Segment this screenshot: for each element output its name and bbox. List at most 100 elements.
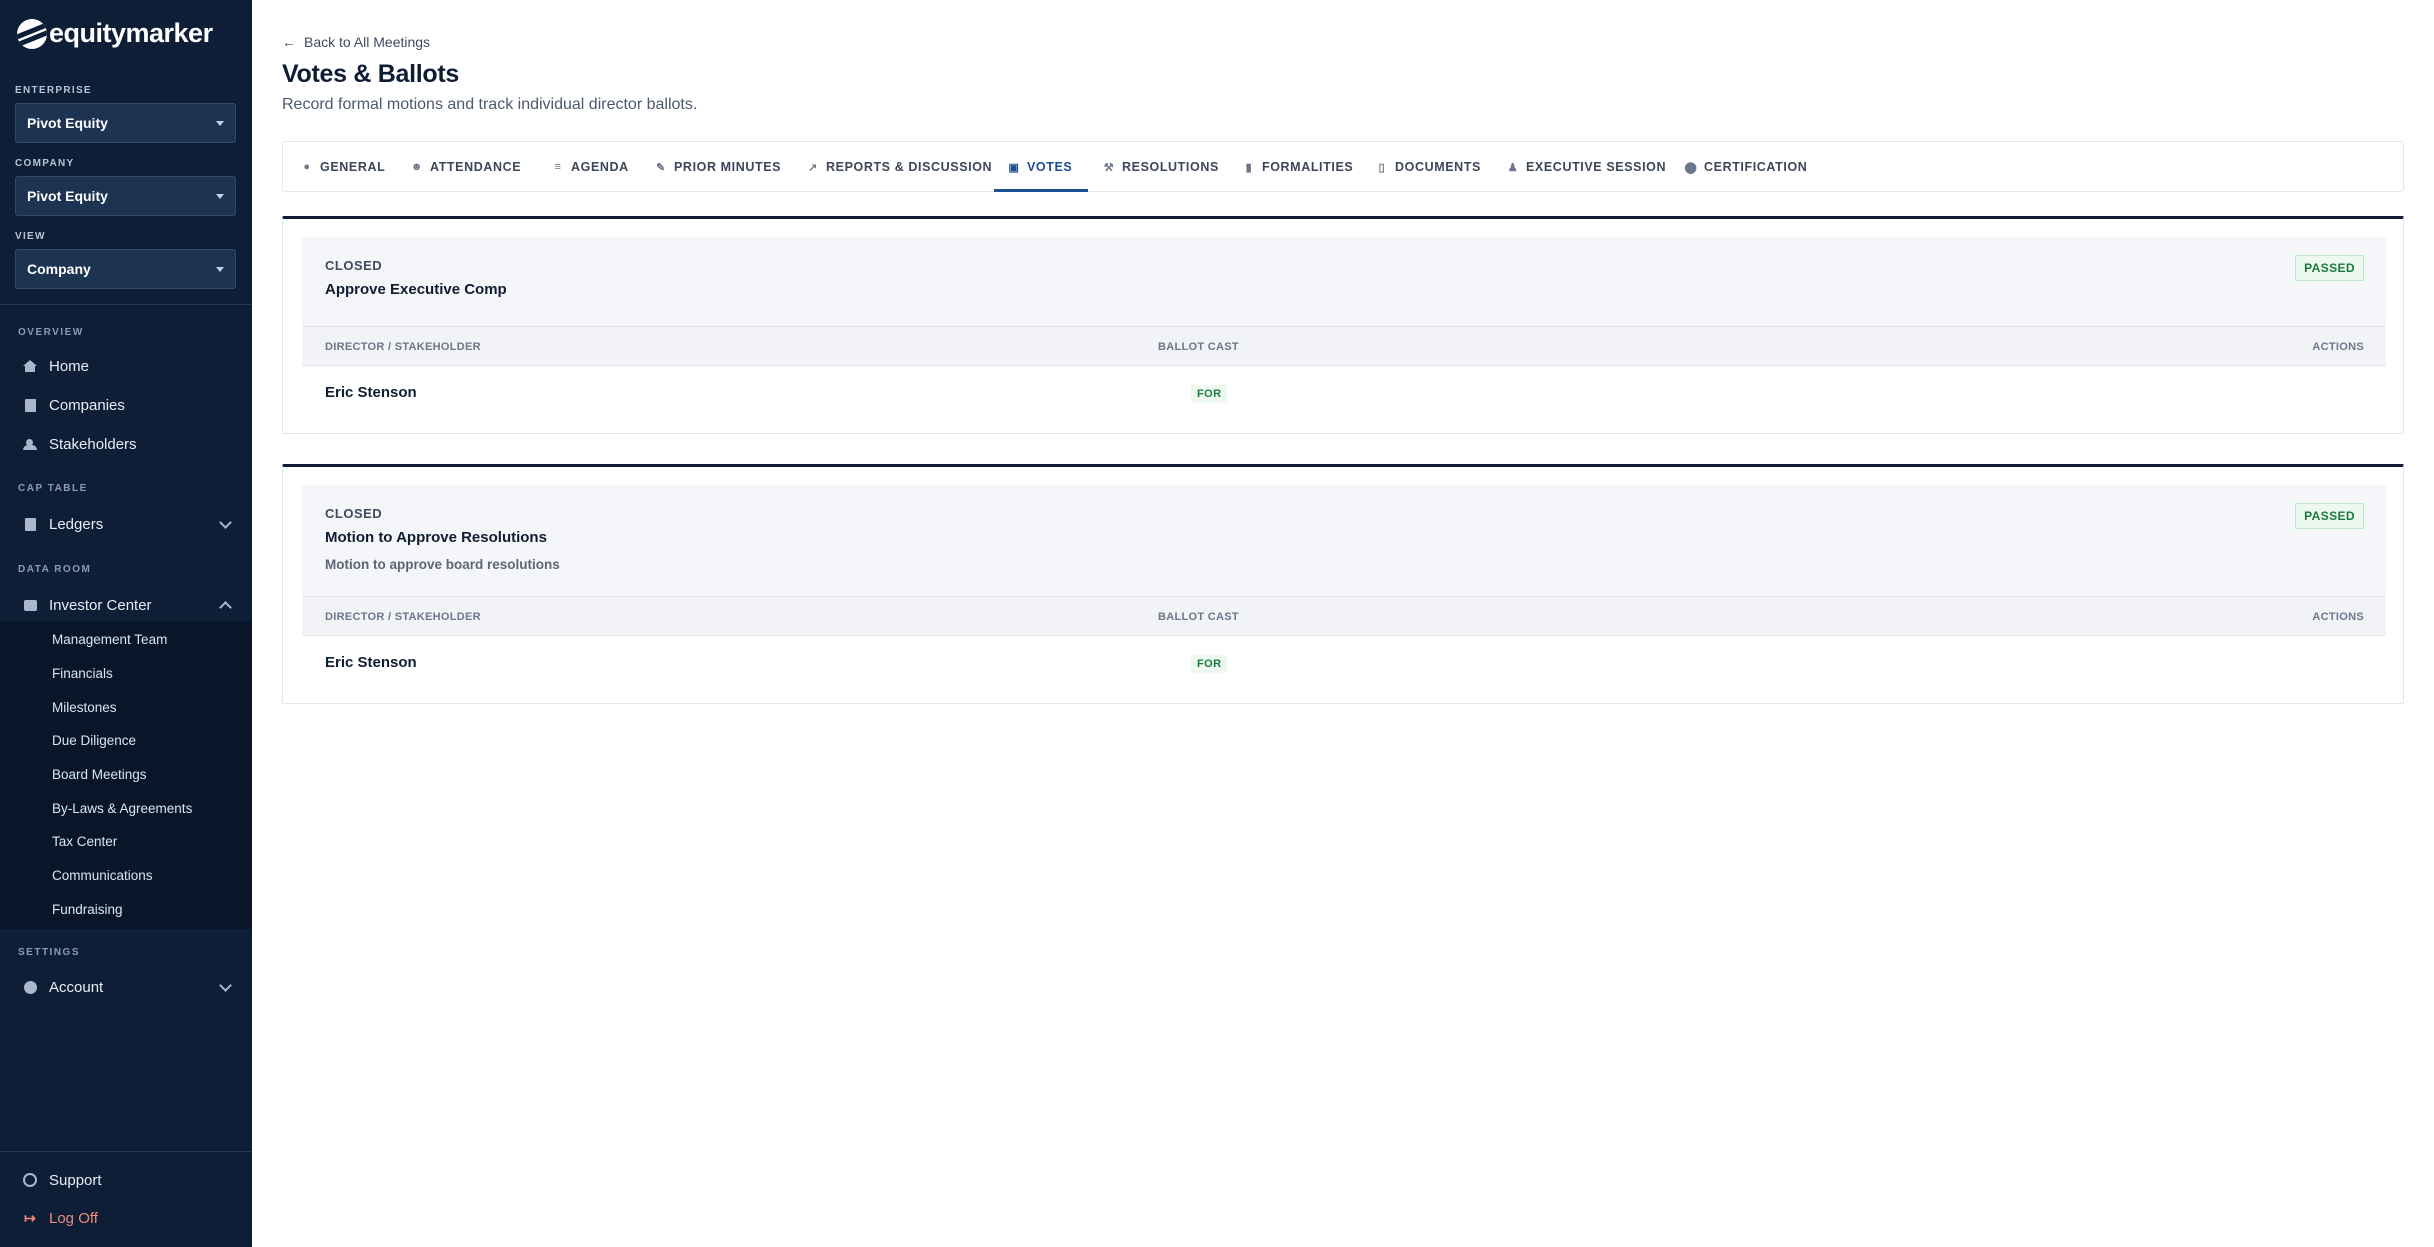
tab-formalities[interactable]: ▮ FORMALITIES xyxy=(1243,142,1353,192)
tab-label: ATTENDANCE xyxy=(430,160,522,174)
tab-label: CERTIFICATION xyxy=(1704,160,1808,174)
tab-label: DOCUMENTS xyxy=(1395,160,1481,174)
motion-title: Motion to Approve Resolutions xyxy=(325,529,547,546)
tab-label: AGENDA xyxy=(571,160,629,174)
user-tie-icon: ♟ xyxy=(1507,161,1519,174)
chevron-down-icon xyxy=(219,516,232,529)
sidebar-item-stakeholders[interactable]: Stakeholders xyxy=(0,428,252,460)
logout-icon: ↦ xyxy=(24,1209,36,1226)
submenu-item-financials[interactable]: Financials xyxy=(52,666,113,681)
ballot-table-header: DIRECTOR / STAKEHOLDER BALLOT CAST ACTIO… xyxy=(302,326,2386,366)
section-label-settings: SETTINGS xyxy=(18,947,81,958)
sidebar-item-investor-center[interactable]: Investor Center xyxy=(0,589,252,621)
company-select[interactable]: Pivot Equity xyxy=(15,176,236,216)
tab-label: RESOLUTIONS xyxy=(1122,160,1219,174)
tab-general[interactable]: ● GENERAL xyxy=(301,142,385,192)
sidebar-item-label: Log Off xyxy=(49,1209,98,1227)
sidebar-item-label: Account xyxy=(49,978,104,996)
column-header-ballot: BALLOT CAST xyxy=(1158,611,1239,623)
sidebar-item-label: Home xyxy=(49,357,90,375)
chevron-up-icon xyxy=(219,601,232,614)
sidebar-divider xyxy=(0,1151,252,1152)
column-header-director: DIRECTOR / STAKEHOLDER xyxy=(325,611,481,623)
sidebar-item-label: Companies xyxy=(49,396,125,414)
sidebar-item-label: Stakeholders xyxy=(49,435,137,453)
motion-title: Approve Executive Comp xyxy=(325,281,507,298)
tab-label: VOTES xyxy=(1027,160,1073,174)
home-icon xyxy=(22,358,38,374)
submenu-item-board-meetings[interactable]: Board Meetings xyxy=(52,767,147,782)
info-icon: ● xyxy=(303,161,311,173)
brand-name: equitymarker xyxy=(49,18,213,48)
column-header-actions: ACTIONS xyxy=(2312,611,2364,623)
ballot-vote-badge: FOR xyxy=(1191,655,1228,673)
ballot-vote-badge: FOR xyxy=(1191,385,1228,403)
back-link[interactable]: ← Back to All Meetings xyxy=(282,34,430,50)
briefcase-icon xyxy=(22,597,38,613)
submenu-item-communications[interactable]: Communications xyxy=(52,868,153,883)
sidebar-item-companies[interactable]: Companies xyxy=(0,389,252,421)
sidebar-item-support[interactable]: Support xyxy=(0,1164,252,1196)
sidebar-item-ledgers[interactable]: Ledgers xyxy=(0,508,252,540)
submenu-item-management-team[interactable]: Management Team xyxy=(52,632,167,647)
user-circle-icon xyxy=(22,979,38,995)
tab-documents[interactable]: ▯ DOCUMENTS xyxy=(1376,142,1481,192)
tab-votes[interactable]: ▣ VOTES xyxy=(1008,142,1072,192)
enterprise-label: ENTERPRISE xyxy=(15,85,92,96)
page-subtitle: Record formal motions and track individu… xyxy=(282,96,698,113)
vote-card: CLOSED Motion to Approve Resolutions Mot… xyxy=(282,464,2404,704)
tab-attendance[interactable]: ☻ ATTENDANCE xyxy=(411,142,521,192)
result-badge: PASSED xyxy=(2295,503,2364,529)
submenu-item-tax-center[interactable]: Tax Center xyxy=(52,834,117,849)
company-label: COMPANY xyxy=(15,158,75,169)
tab-resolutions[interactable]: ⚒ RESOLUTIONS xyxy=(1103,142,1219,192)
sidebar-item-logoff[interactable]: ↦ Log Off xyxy=(0,1202,252,1234)
view-value: Company xyxy=(27,261,91,277)
sidebar-item-label: Ledgers xyxy=(49,515,104,533)
building-icon xyxy=(22,397,38,413)
list-icon: ≡ xyxy=(554,161,562,173)
brand-logo[interactable]: equitymarker xyxy=(17,18,213,49)
ballot-box-icon: ▣ xyxy=(1008,161,1020,174)
vote-status: CLOSED xyxy=(325,258,383,273)
result-badge: PASSED xyxy=(2295,255,2364,281)
chart-line-icon: ↗ xyxy=(808,161,818,174)
tab-certification[interactable]: ⬤ CERTIFICATION xyxy=(1685,142,1807,192)
sidebar-item-account[interactable]: Account xyxy=(0,971,252,1003)
vote-card: CLOSED Approve Executive Comp PASSED DIR… xyxy=(282,216,2404,434)
submenu-item-fundraising[interactable]: Fundraising xyxy=(52,902,123,917)
column-header-actions: ACTIONS xyxy=(2312,341,2364,353)
tab-prior-minutes[interactable]: ✎ PRIOR MINUTES xyxy=(655,142,781,192)
company-value: Pivot Equity xyxy=(27,188,108,204)
investor-center-submenu: Management Team Financials Milestones Du… xyxy=(0,621,252,929)
tab-agenda[interactable]: ≡ AGENDA xyxy=(552,142,629,192)
meeting-tabs: ● GENERAL ☻ ATTENDANCE ≡ AGENDA ✎ PRIOR … xyxy=(282,141,2404,192)
book-icon xyxy=(22,516,38,532)
file-check-icon: ✎ xyxy=(656,161,666,174)
page-title: Votes & Ballots xyxy=(282,60,460,88)
logo-mark-icon xyxy=(17,18,47,49)
view-select[interactable]: Company xyxy=(15,249,236,289)
sidebar-divider xyxy=(0,304,252,305)
chevron-down-icon xyxy=(219,979,232,992)
section-label-data-room: DATA ROOM xyxy=(18,564,92,575)
enterprise-value: Pivot Equity xyxy=(27,115,108,131)
seal-icon: ⬤ xyxy=(1684,161,1698,174)
vote-card-header: CLOSED Approve Executive Comp PASSED xyxy=(302,237,2386,326)
sidebar: equitymarker ENTERPRISE Pivot Equity COM… xyxy=(0,0,252,1247)
sidebar-item-label: Support xyxy=(49,1171,102,1189)
tab-label: REPORTS & DISCUSSION xyxy=(826,160,993,174)
users-icon xyxy=(22,436,38,452)
enterprise-select[interactable]: Pivot Equity xyxy=(15,103,236,143)
motion-description: Motion to approve board resolutions xyxy=(325,557,560,572)
submenu-item-due-diligence[interactable]: Due Diligence xyxy=(52,733,136,748)
caret-down-icon xyxy=(216,266,224,272)
tab-executive-session[interactable]: ♟ EXECUTIVE SESSION xyxy=(1507,142,1666,192)
submenu-item-bylaws[interactable]: By-Laws & Agreements xyxy=(52,801,192,816)
tab-reports-discussion[interactable]: ↗ REPORTS & DISCUSSION xyxy=(807,142,992,192)
ballot-table-header: DIRECTOR / STAKEHOLDER BALLOT CAST ACTIO… xyxy=(302,596,2386,636)
section-label-cap-table: CAP TABLE xyxy=(18,483,88,494)
sidebar-item-home[interactable]: Home xyxy=(0,350,252,382)
submenu-item-milestones[interactable]: Milestones xyxy=(52,700,117,715)
caret-down-icon xyxy=(216,120,224,126)
